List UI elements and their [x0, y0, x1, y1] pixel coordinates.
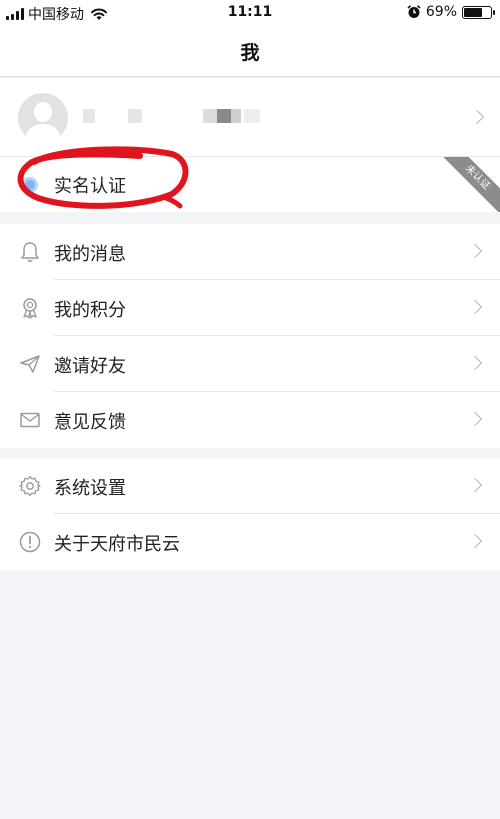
menu-item-label: 我的消息: [54, 244, 126, 265]
avatar[interactable]: [18, 93, 68, 143]
chevron-right-icon: [467, 477, 483, 493]
send-icon: [20, 355, 40, 373]
red-annotation-circle: [17, 146, 189, 209]
mail-icon: [20, 412, 40, 428]
battery-fill: [464, 7, 482, 17]
unverified-badge: 未认证: [440, 157, 500, 212]
chevron-right-icon: [467, 411, 483, 427]
menu-item-label: 系统设置: [54, 478, 126, 499]
redacted-username: [83, 109, 95, 123]
menu-item-about[interactable]: 关于天府市民云: [0, 514, 500, 570]
status-right: 69%: [407, 4, 495, 20]
redacted-username: [231, 109, 241, 123]
menu-item-messages[interactable]: 我的消息: [0, 224, 500, 280]
redacted-username: [203, 109, 217, 123]
redacted-username: [128, 109, 142, 123]
nav-header: 我: [0, 26, 500, 77]
menu-item-label: 关于天府市民云: [54, 534, 180, 555]
redacted-username: [217, 109, 231, 123]
menu-item-label: 意见反馈: [54, 412, 126, 433]
status-bar: 中国移动 11:11 69%: [0, 0, 500, 26]
menu-item-feedback[interactable]: 意见反馈: [0, 392, 500, 448]
alarm-icon: [407, 5, 421, 18]
chevron-right-icon: [467, 355, 483, 371]
chevron-right-icon: [469, 109, 485, 125]
battery-percent: 69%: [425, 4, 457, 20]
menu-item-label: 邀请好友: [54, 356, 126, 377]
menu-item-invite-friends[interactable]: 邀请好友: [0, 336, 500, 392]
menu-item-label: 我的积分: [54, 300, 126, 321]
battery-icon: [462, 5, 495, 19]
menu-group-main: 我的消息 我的积分 邀请好友 意见反馈: [0, 224, 500, 448]
menu-item-system-settings[interactable]: 系统设置: [0, 458, 500, 514]
redacted-username: [244, 109, 260, 123]
chevron-right-icon: [467, 533, 483, 549]
chevron-right-icon: [467, 243, 483, 259]
bell-icon: [21, 242, 39, 262]
menu-item-points[interactable]: 我的积分: [0, 280, 500, 336]
medal-icon: [23, 298, 37, 319]
gear-icon: [19, 475, 41, 497]
menu-group-settings: 系统设置 关于天府市民云: [0, 458, 500, 570]
chevron-right-icon: [467, 299, 483, 315]
info-icon: [19, 531, 41, 553]
page-title: 我: [240, 41, 260, 64]
